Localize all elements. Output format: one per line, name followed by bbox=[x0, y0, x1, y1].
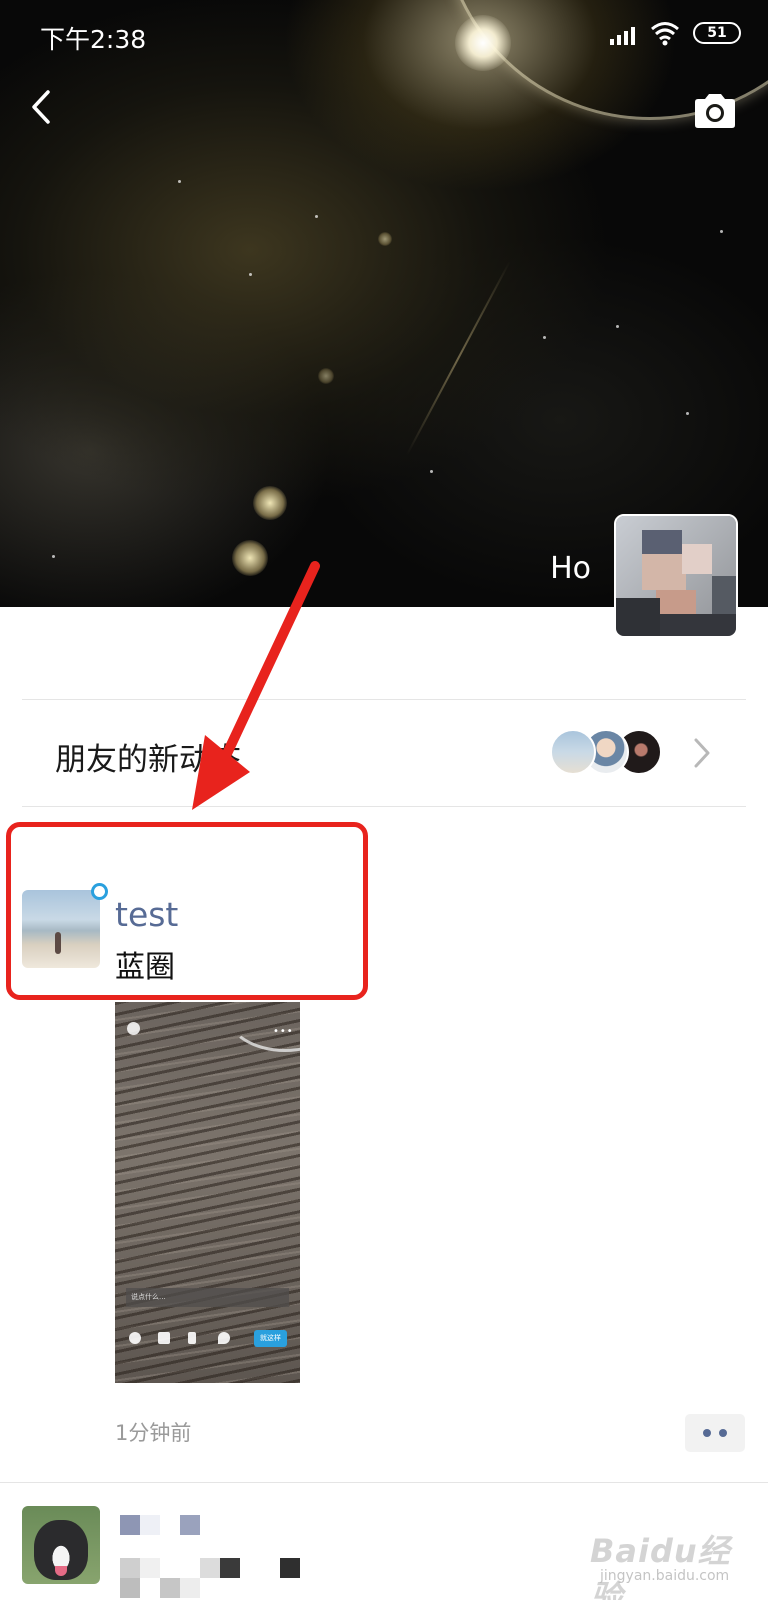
star bbox=[686, 412, 689, 415]
friend-avatars bbox=[550, 729, 662, 775]
watermark-brand: Baidu经验 bbox=[590, 1532, 731, 1600]
emoji-icon bbox=[129, 1332, 141, 1344]
star bbox=[178, 180, 181, 183]
censored-username[interactable] bbox=[120, 1515, 230, 1537]
camera-button[interactable] bbox=[692, 92, 738, 130]
more-button[interactable] bbox=[685, 1414, 745, 1452]
music-icon bbox=[188, 1332, 196, 1344]
more-dots-icon bbox=[719, 1429, 727, 1437]
star bbox=[430, 470, 433, 473]
bokeh-orb bbox=[318, 368, 334, 384]
star bbox=[315, 215, 318, 218]
baidu-watermark: Baidu经验 jingyan.baidu.com bbox=[590, 1522, 758, 1600]
location-icon bbox=[218, 1332, 230, 1344]
back-button[interactable] bbox=[22, 82, 62, 132]
more-icon: ••• bbox=[273, 1026, 294, 1037]
wifi-icon bbox=[651, 22, 679, 46]
status-bar: 下午2:38 51 bbox=[0, 0, 768, 70]
friends-updates-label: 朋友的新动态 bbox=[55, 742, 241, 778]
next-post-avatar[interactable] bbox=[22, 1506, 100, 1584]
more-dots-icon bbox=[703, 1429, 711, 1437]
battery-level: 51 bbox=[707, 25, 727, 41]
comment-input: 说点什么... bbox=[126, 1288, 289, 1307]
divider bbox=[22, 806, 746, 807]
signal-icon bbox=[610, 25, 640, 45]
bokeh-orb bbox=[378, 232, 392, 246]
divider bbox=[0, 1482, 768, 1483]
battery-icon: 51 bbox=[693, 22, 741, 44]
star bbox=[52, 555, 55, 558]
chevron-left-icon bbox=[32, 90, 50, 124]
friend-avatar bbox=[550, 729, 596, 775]
bokeh-orb bbox=[232, 540, 268, 576]
text-icon bbox=[158, 1332, 170, 1344]
back-icon bbox=[127, 1022, 140, 1035]
watermark-url: jingyan.baidu.com bbox=[600, 1568, 730, 1584]
annotation-highlight-box bbox=[6, 822, 368, 1000]
post-image[interactable]: ••• 说点什么... 就这样 bbox=[115, 1002, 300, 1383]
profile-name: Ho bbox=[550, 551, 591, 586]
censored-text bbox=[120, 1558, 330, 1600]
status-time: 下午2:38 bbox=[40, 25, 147, 54]
star bbox=[720, 230, 723, 233]
star bbox=[249, 273, 252, 276]
light-ray bbox=[405, 260, 511, 456]
post-time: 1分钟前 bbox=[115, 1421, 192, 1445]
bokeh-orb bbox=[253, 486, 287, 520]
camera-icon bbox=[695, 94, 735, 128]
star bbox=[616, 325, 619, 328]
chevron-right-icon bbox=[694, 738, 710, 768]
star bbox=[543, 336, 546, 339]
send-button: 就这样 bbox=[254, 1330, 287, 1347]
friends-updates-row[interactable]: 朋友的新动态 bbox=[0, 700, 768, 806]
profile-avatar[interactable] bbox=[614, 514, 738, 638]
